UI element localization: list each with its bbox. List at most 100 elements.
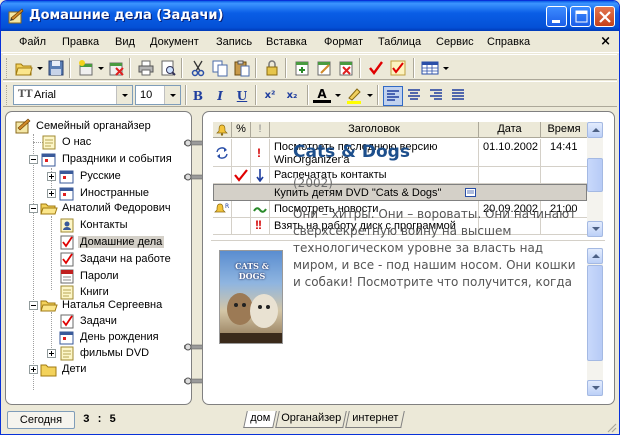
collapse-toggle[interactable] bbox=[29, 204, 38, 213]
bold-button[interactable]: B bbox=[189, 87, 207, 105]
align-justify-button[interactable] bbox=[449, 86, 469, 106]
copy-button[interactable] bbox=[211, 59, 229, 77]
align-center-button[interactable] bbox=[405, 86, 425, 106]
tree-item-dvd[interactable]: фильмы DVD bbox=[12, 345, 190, 362]
tree-item-children[interactable]: Дети bbox=[12, 361, 190, 378]
font-size-select[interactable]: 10 bbox=[135, 85, 181, 105]
tree-item-tasks[interactable]: Задачи bbox=[12, 313, 190, 330]
menu-view[interactable]: Вид bbox=[115, 36, 135, 48]
tree-item-home-tasks[interactable]: Домашние дела bbox=[12, 234, 190, 251]
cut-button[interactable] bbox=[189, 59, 207, 77]
scroll-down-button[interactable] bbox=[587, 380, 603, 396]
priority-cell: !! bbox=[251, 218, 270, 234]
new-record-button[interactable] bbox=[77, 59, 95, 77]
minimize-button[interactable] bbox=[546, 6, 567, 27]
expand-toggle[interactable] bbox=[47, 349, 56, 358]
collapse-toggle[interactable] bbox=[29, 301, 38, 310]
highlight-dropdown-arrow[interactable] bbox=[367, 94, 373, 97]
resize-grip-icon[interactable] bbox=[605, 421, 617, 433]
grid-scrollbar[interactable] bbox=[587, 122, 603, 237]
tree-item-root[interactable]: Семейный органайзер bbox=[12, 118, 190, 135]
italic-button[interactable]: I bbox=[211, 87, 229, 105]
table-row[interactable]: Распечатать контакты bbox=[213, 167, 587, 184]
menu-tools[interactable]: Сервис bbox=[436, 36, 474, 48]
title-bar[interactable]: Домашние дела (Задачи) bbox=[1, 1, 619, 31]
today-button[interactable]: Сегодня bbox=[7, 411, 75, 429]
tree-item-passwords[interactable]: Пароли bbox=[12, 268, 190, 285]
new-record-dropdown-arrow[interactable] bbox=[98, 67, 104, 70]
scroll-up-button[interactable] bbox=[587, 248, 603, 264]
font-color-button[interactable]: A bbox=[313, 87, 331, 103]
highlight-button[interactable] bbox=[345, 86, 363, 104]
mark-done-button[interactable] bbox=[367, 59, 385, 77]
tree-item-about[interactable]: О нас bbox=[12, 134, 190, 151]
tree-item-anatoly[interactable]: Анатолий Федорович bbox=[12, 200, 190, 217]
add-entry-button[interactable] bbox=[293, 59, 311, 77]
tree-item-contacts[interactable]: Контакты bbox=[12, 217, 190, 234]
tree-item-work-tasks[interactable]: Задачи на работе bbox=[12, 251, 190, 268]
paste-button[interactable] bbox=[233, 59, 251, 77]
column-priority-header[interactable]: ! bbox=[251, 122, 270, 138]
open-button[interactable] bbox=[15, 59, 33, 77]
subscript-button[interactable]: x₂ bbox=[283, 87, 301, 105]
menu-file[interactable]: Файл bbox=[19, 36, 46, 48]
toolbar-grip[interactable] bbox=[6, 58, 9, 78]
tab-home[interactable]: дом bbox=[243, 411, 277, 428]
maximize-button[interactable] bbox=[570, 6, 591, 27]
tree-item-natalia[interactable]: Наталья Сергеевна bbox=[12, 297, 190, 314]
tree-item-label: Русские bbox=[80, 170, 121, 182]
close-button[interactable] bbox=[594, 6, 615, 27]
column-time-header[interactable]: Время bbox=[541, 122, 587, 138]
column-title-header[interactable]: Заголовок bbox=[270, 122, 479, 138]
preview-scrollbar[interactable] bbox=[587, 248, 603, 396]
menu-table[interactable]: Таблица bbox=[378, 36, 421, 48]
tree-item-label: Анатолий Федорович bbox=[62, 202, 171, 214]
table-row-selected[interactable]: Купить детям DVD "Cats & Dogs" bbox=[213, 184, 587, 201]
scroll-thumb[interactable] bbox=[587, 265, 603, 361]
toolbar-grip[interactable] bbox=[6, 85, 9, 105]
font-name-dropdown-button[interactable] bbox=[116, 86, 132, 104]
insert-table-button[interactable] bbox=[421, 59, 439, 77]
expand-toggle[interactable] bbox=[47, 172, 56, 181]
print-preview-button[interactable] bbox=[159, 59, 177, 77]
edit-entry-button[interactable] bbox=[315, 59, 333, 77]
save-button[interactable] bbox=[47, 59, 65, 77]
scroll-up-button[interactable] bbox=[587, 122, 603, 138]
tree-item-holidays[interactable]: Праздники и события bbox=[12, 151, 190, 168]
tree-item-russian[interactable]: Русские bbox=[12, 168, 190, 185]
tree-item-birthday[interactable]: День рождения bbox=[12, 329, 190, 346]
check-mark-icon bbox=[369, 61, 383, 75]
expand-toggle[interactable] bbox=[47, 189, 56, 198]
tab-organizer[interactable]: Органайзер bbox=[275, 411, 347, 428]
print-button[interactable] bbox=[137, 59, 155, 77]
font-color-dropdown-arrow[interactable] bbox=[335, 94, 341, 97]
align-left-button[interactable] bbox=[383, 86, 403, 106]
underline-button[interactable]: U bbox=[233, 87, 251, 105]
column-date-header[interactable]: Дата bbox=[479, 122, 541, 138]
expand-toggle[interactable] bbox=[29, 365, 38, 374]
tab-internet[interactable]: интернет bbox=[345, 411, 405, 428]
remove-entry-button[interactable] bbox=[337, 59, 355, 77]
scroll-thumb[interactable] bbox=[587, 158, 603, 192]
font-size-dropdown-button[interactable] bbox=[164, 86, 180, 104]
menu-help[interactable]: Справка bbox=[487, 36, 530, 48]
lock-button[interactable] bbox=[263, 59, 281, 77]
menu-insert[interactable]: Вставка bbox=[266, 36, 307, 48]
document-close-button[interactable]: × bbox=[600, 34, 611, 49]
menu-format[interactable]: Формат bbox=[324, 36, 363, 48]
column-reminder-header[interactable] bbox=[213, 122, 232, 138]
align-right-button[interactable] bbox=[427, 86, 447, 106]
table-dropdown-arrow[interactable] bbox=[443, 67, 449, 70]
open-dropdown-arrow[interactable] bbox=[37, 67, 43, 70]
truetype-font-icon: TT bbox=[18, 89, 33, 100]
menu-document[interactable]: Документ bbox=[150, 36, 199, 48]
font-name-select[interactable]: TT Arial bbox=[13, 85, 133, 105]
scroll-down-button[interactable] bbox=[587, 221, 603, 237]
delete-record-button[interactable] bbox=[107, 59, 125, 77]
menu-record[interactable]: Запись bbox=[216, 36, 252, 48]
column-percent-header[interactable]: % bbox=[232, 122, 251, 138]
collapse-toggle[interactable] bbox=[29, 155, 38, 164]
superscript-button[interactable]: x² bbox=[261, 87, 279, 105]
mark-progress-button[interactable] bbox=[389, 59, 407, 77]
menu-edit[interactable]: Правка bbox=[62, 36, 99, 48]
